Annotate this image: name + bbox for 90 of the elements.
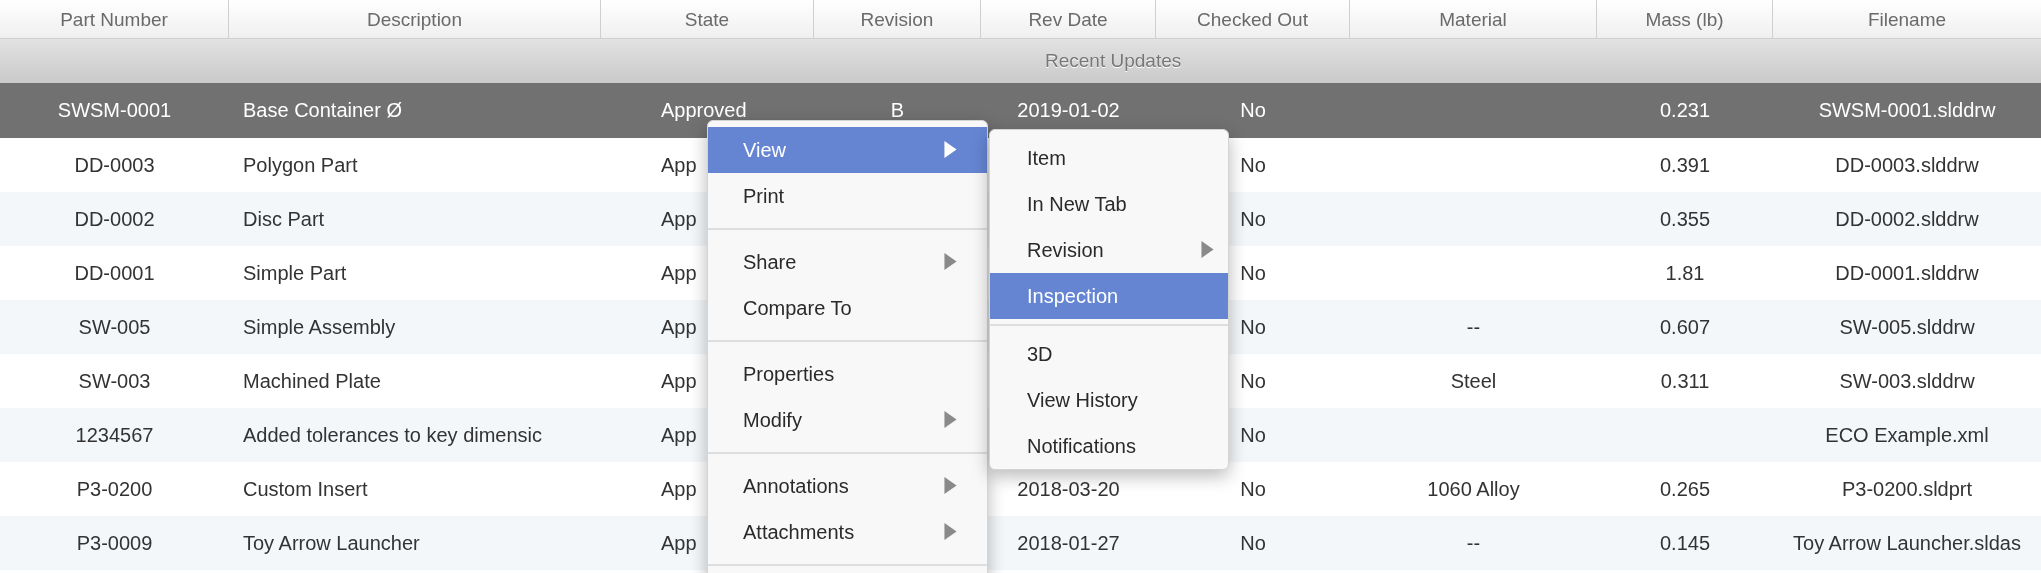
table-cell: ECO Example.xml bbox=[1825, 423, 1989, 446]
table-cell: Simple Part bbox=[243, 261, 347, 284]
column-header[interactable]: Description bbox=[229, 0, 601, 39]
table-cell: 0.607 bbox=[1659, 315, 1711, 338]
column-header[interactable]: State bbox=[601, 0, 814, 39]
table-cell: -- bbox=[1466, 531, 1481, 554]
table-cell: Added tolerances to key dimensic bbox=[243, 423, 543, 446]
submenu-arrow-icon bbox=[944, 141, 957, 158]
table-cell: Custom Insert bbox=[243, 477, 368, 500]
menu-item[interactable]: View History bbox=[990, 377, 1228, 423]
menu-item[interactable]: Share bbox=[708, 239, 987, 285]
table-cell: App bbox=[661, 153, 697, 176]
menu-item[interactable]: 3D bbox=[990, 331, 1228, 377]
submenu-arrow-icon bbox=[944, 523, 957, 540]
table-cell: SWSM-0001.slddrw bbox=[1818, 99, 1996, 121]
column-header[interactable]: Revision bbox=[814, 0, 981, 39]
table-cell: Disc Part bbox=[243, 207, 325, 230]
table-cell: DD-0001 bbox=[74, 261, 155, 284]
table-cell: No bbox=[1240, 423, 1266, 446]
menu-item[interactable]: Item bbox=[990, 135, 1228, 181]
table-cell: App bbox=[661, 477, 697, 500]
table-cell: B bbox=[890, 99, 905, 121]
menu-item[interactable]: Modify bbox=[708, 397, 987, 443]
submenu-arrow-icon bbox=[944, 253, 957, 270]
submenu-arrow-icon bbox=[944, 477, 957, 494]
group-header: Recent Updates bbox=[0, 39, 2041, 83]
table-cell: 0.391 bbox=[1659, 153, 1711, 176]
table-cell: No bbox=[1240, 207, 1266, 230]
table-cell: DD-0002.slddrw bbox=[1835, 207, 1979, 230]
menu-item[interactable]: View bbox=[708, 127, 987, 173]
table-cell: Steel bbox=[1450, 369, 1497, 392]
table-cell: 1060 Alloy bbox=[1427, 477, 1520, 500]
table-cell: Base Container Ø bbox=[243, 99, 402, 121]
table-cell: Approved bbox=[661, 99, 747, 121]
table-cell: 2019-01-02 bbox=[1017, 99, 1120, 121]
table-cell: DD-0001.slddrw bbox=[1835, 261, 1979, 284]
table-cell: Machined Plate bbox=[243, 369, 381, 392]
submenu-arrow-icon bbox=[944, 411, 957, 428]
menu-item[interactable]: Compare To bbox=[708, 285, 987, 331]
table-cell: App bbox=[661, 315, 697, 338]
table-cell: SWSM-0001 bbox=[57, 99, 172, 121]
table-cell: No bbox=[1240, 477, 1266, 500]
table-cell: 0.311 bbox=[1660, 369, 1710, 392]
table-cell: No bbox=[1240, 261, 1266, 284]
table-cell: Polygon Part bbox=[243, 153, 358, 176]
table-cell: SW-003.slddrw bbox=[1839, 369, 1975, 392]
table-cell: No bbox=[1240, 531, 1266, 554]
table-cell: P3-0200.sldprt bbox=[1841, 477, 1973, 500]
table-cell: App bbox=[661, 531, 697, 554]
table-cell: App bbox=[661, 207, 697, 230]
table-row[interactable]: SWSM-0001 Base Container Ø Approved B 2019-01-02 No 0.231 SWSM-0001.slddrw bbox=[0, 83, 2041, 138]
submenu-arrow-icon bbox=[1201, 241, 1214, 258]
menu-item[interactable]: Properties bbox=[708, 351, 987, 397]
table-cell: DD-0003.slddrw bbox=[1835, 153, 1979, 176]
table-cell: 1.81 bbox=[1665, 261, 1705, 284]
menu-item[interactable]: Print bbox=[708, 173, 987, 219]
table-cell: Simple Assembly bbox=[243, 315, 396, 338]
table-cell: App bbox=[661, 261, 697, 284]
table-cell: 0.355 bbox=[1659, 207, 1711, 230]
table-cell: 2018-03-20 bbox=[1017, 477, 1120, 500]
table-cell: DD-0002 bbox=[74, 207, 155, 230]
table-cell: P3-0009 bbox=[76, 531, 153, 554]
menu-item[interactable]: In New Tab bbox=[990, 181, 1228, 227]
table-cell: 0.231 bbox=[1659, 99, 1711, 121]
table-cell: 0.145 bbox=[1659, 531, 1711, 554]
menu-item[interactable]: Annotations bbox=[708, 463, 987, 509]
column-header[interactable]: Rev Date bbox=[981, 0, 1156, 39]
table-cell: 1234567 bbox=[75, 423, 154, 446]
column-header[interactable]: Checked Out bbox=[1156, 0, 1350, 39]
table-cell: SW-003 bbox=[78, 369, 151, 392]
table-cell: 0.265 bbox=[1659, 477, 1711, 500]
table-cell: No bbox=[1240, 369, 1266, 392]
table-cell: No bbox=[1240, 99, 1266, 121]
table-cell: DD-0003 bbox=[74, 153, 155, 176]
column-header[interactable]: Material bbox=[1350, 0, 1597, 39]
table-cell: App bbox=[661, 369, 697, 392]
menu-item[interactable]: Inspection bbox=[990, 273, 1228, 319]
table-cell: -- bbox=[1466, 315, 1481, 338]
menu-item[interactable]: Revision bbox=[990, 227, 1228, 273]
table-cell: SW-005.slddrw bbox=[1839, 315, 1975, 338]
table-cell: P3-0200 bbox=[76, 477, 153, 500]
table-cell: Toy Arrow Launcher bbox=[243, 531, 420, 554]
table-cell: SW-005 bbox=[78, 315, 151, 338]
column-header[interactable]: Mass (lb) bbox=[1597, 0, 1773, 39]
table-cell: No bbox=[1240, 153, 1266, 176]
table-cell: No bbox=[1240, 315, 1266, 338]
table-cell: App bbox=[661, 423, 697, 446]
table-cell: Toy Arrow Launcher.sldas bbox=[1793, 531, 2021, 554]
table-cell: 2018-01-27 bbox=[1017, 531, 1120, 554]
column-header[interactable]: Part Number bbox=[0, 0, 229, 39]
